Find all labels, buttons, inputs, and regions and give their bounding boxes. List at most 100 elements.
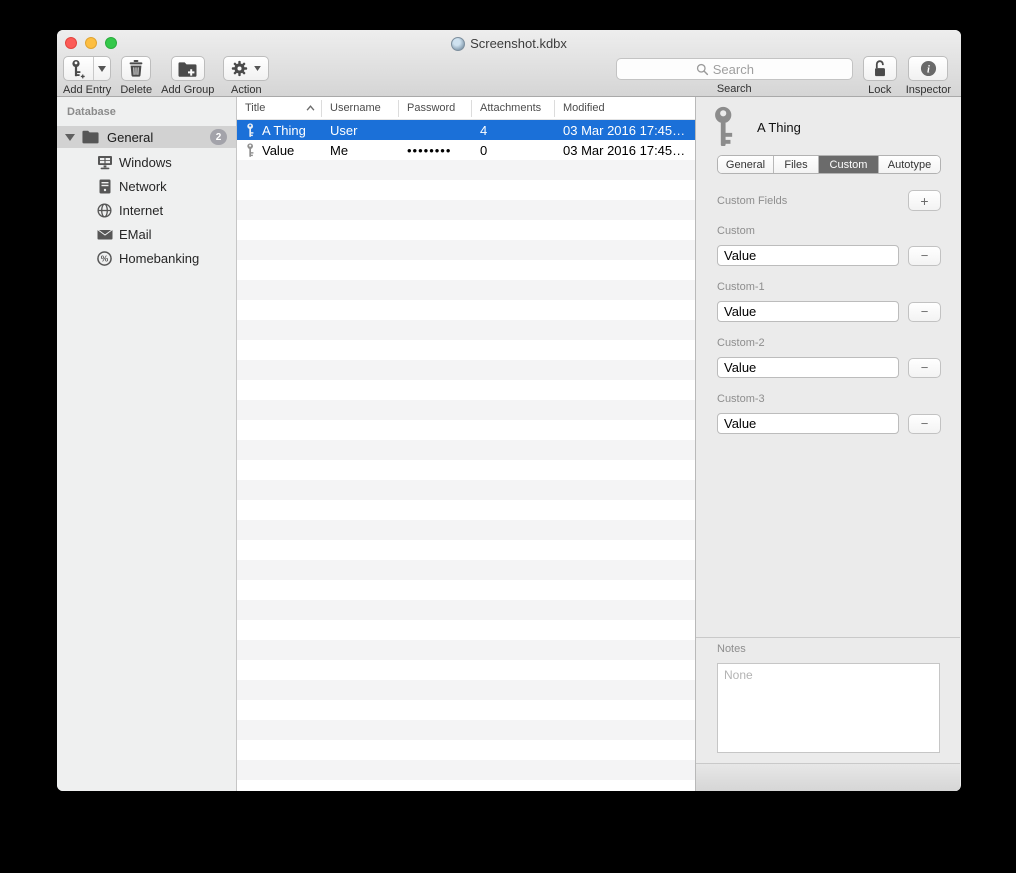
percent-icon: %: [96, 250, 113, 267]
sort-ascending-icon: [306, 105, 315, 111]
notes-heading: Notes: [717, 643, 746, 655]
column-header-attachments[interactable]: Attachments: [472, 100, 555, 117]
remove-custom-field-button[interactable]: −: [908, 358, 941, 378]
empty-row-stripes: [237, 160, 695, 791]
table-header: Title Username Password Attachments Modi…: [237, 97, 695, 120]
svg-text:i: i: [927, 64, 930, 75]
lock-item: Lock: [863, 56, 897, 96]
add-entry-button[interactable]: [63, 56, 111, 81]
custom-field-input[interactable]: [717, 301, 899, 322]
sidebar-item-internet[interactable]: Internet: [57, 198, 236, 222]
tab-custom[interactable]: Custom: [819, 156, 879, 173]
custom-field-group: Custom −: [717, 225, 941, 266]
inspector-footer: [696, 763, 960, 791]
custom-field-group: Custom-2 −: [717, 337, 941, 378]
action-button[interactable]: [223, 56, 269, 81]
sidebar-item-network[interactable]: Network: [57, 174, 236, 198]
add-entry-dropdown-arrow-icon[interactable]: [94, 57, 111, 80]
entry-key-icon: [709, 106, 743, 148]
envelope-icon: [96, 226, 113, 243]
table-row[interactable]: Value Me •••••••• 0 03 Mar 2016 17:45…: [237, 140, 695, 160]
action-item: Action: [223, 56, 269, 96]
lock-label: Lock: [868, 84, 891, 96]
search-item: Search: [616, 56, 853, 96]
sidebar-item-homebanking[interactable]: % Homebanking: [57, 246, 236, 270]
notes-divider: [696, 637, 960, 638]
info-icon: i: [920, 60, 937, 77]
add-group-button[interactable]: [171, 56, 205, 81]
remove-custom-field-button[interactable]: −: [908, 414, 941, 434]
search-field[interactable]: [616, 58, 853, 80]
column-header-title[interactable]: Title: [237, 100, 322, 117]
entry-count-badge: 2: [210, 129, 227, 145]
lock-button[interactable]: [863, 56, 897, 81]
sidebar-section-header: Database: [67, 106, 116, 118]
sidebar: Database General 2 Windows Network In: [57, 97, 237, 791]
disclosure-triangle-icon[interactable]: [65, 134, 75, 141]
entry-table: Title Username Password Attachments Modi…: [237, 97, 695, 791]
sidebar-item-label: General: [107, 130, 153, 145]
column-header-modified[interactable]: Modified: [555, 100, 695, 117]
sidebar-item-windows[interactable]: Windows: [57, 150, 236, 174]
custom-field-group: Custom-3 −: [717, 393, 941, 434]
app-window: Screenshot.kdbx Add Entry: [57, 30, 961, 791]
delete-item: Delete: [120, 56, 152, 96]
add-entry-item: Add Entry: [63, 56, 111, 96]
sidebar-item-label: EMail: [119, 227, 152, 242]
sidebar-item-label: Internet: [119, 203, 163, 218]
search-icon: [696, 63, 709, 76]
tab-general[interactable]: General: [718, 156, 774, 173]
table-row[interactable]: A Thing User 4 03 Mar 2016 17:45…: [237, 120, 695, 140]
inspector-button[interactable]: i: [908, 56, 948, 81]
custom-field-input[interactable]: [717, 413, 899, 434]
custom-field-group: Custom-1 −: [717, 281, 941, 322]
remove-custom-field-button[interactable]: −: [908, 302, 941, 322]
sidebar-item-email[interactable]: EMail: [57, 222, 236, 246]
custom-field-label: Custom-2: [717, 337, 941, 349]
add-group-label: Add Group: [161, 84, 214, 96]
gear-icon: [231, 60, 248, 77]
sidebar-group-list: Windows Network Internet EMail % Homeban…: [57, 150, 236, 270]
sidebar-item-label: Windows: [119, 155, 172, 170]
toolbar: Add Entry Delete Add Group: [63, 56, 951, 96]
folder-icon: [82, 130, 99, 144]
column-header-password[interactable]: Password: [399, 100, 472, 117]
action-label: Action: [231, 84, 262, 96]
add-entry-label: Add Entry: [63, 84, 111, 96]
delete-button[interactable]: [121, 56, 151, 81]
inspector-tabs: General Files Custom Autotype: [717, 155, 941, 174]
custom-fields-heading: Custom Fields: [717, 195, 787, 207]
remove-custom-field-button[interactable]: −: [908, 246, 941, 266]
window-title: Screenshot.kdbx: [470, 36, 567, 51]
custom-field-input[interactable]: [717, 245, 899, 266]
lock-open-icon: [872, 60, 888, 78]
globe-icon: [96, 202, 113, 219]
search-label: Search: [717, 83, 752, 95]
inspector-item: i Inspector: [906, 56, 951, 96]
folder-plus-icon: [178, 61, 197, 77]
custom-field-label: Custom: [717, 225, 941, 237]
notes-textarea[interactable]: [717, 663, 940, 753]
sidebar-item-general[interactable]: General 2: [57, 126, 236, 148]
trash-icon: [129, 60, 143, 77]
search-input[interactable]: [713, 62, 773, 77]
custom-field-label: Custom-3: [717, 393, 941, 405]
tab-files[interactable]: Files: [774, 156, 819, 173]
custom-field-label: Custom-1: [717, 281, 941, 293]
window-chrome: Screenshot.kdbx Add Entry: [57, 30, 961, 97]
server-icon: [96, 178, 113, 195]
document-icon: [451, 37, 465, 51]
add-group-item: Add Group: [161, 56, 214, 96]
add-custom-field-button[interactable]: +: [908, 190, 941, 211]
custom-field-input[interactable]: [717, 357, 899, 378]
action-chevron-down-icon: [254, 66, 261, 71]
column-header-username[interactable]: Username: [322, 100, 399, 117]
inspector-label: Inspector: [906, 84, 951, 96]
tab-autotype[interactable]: Autotype: [879, 156, 940, 173]
window-titlebar: Screenshot.kdbx: [57, 35, 961, 52]
sidebar-item-label: Homebanking: [119, 251, 199, 266]
inspector-panel: A Thing General Files Custom Autotype Cu…: [695, 97, 960, 791]
key-icon: [246, 123, 256, 138]
add-entry-key-icon[interactable]: [64, 57, 93, 80]
main-content: Database General 2 Windows Network In: [57, 97, 961, 791]
